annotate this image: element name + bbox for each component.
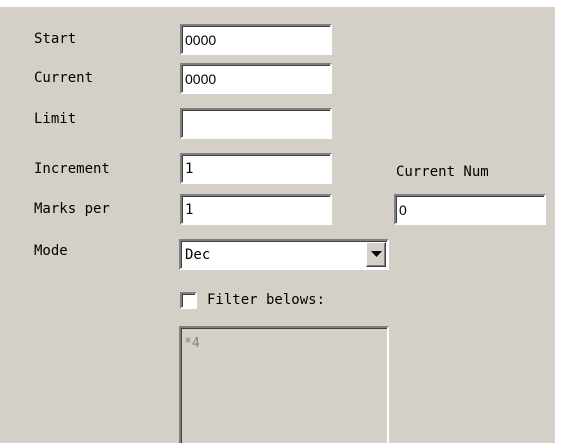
filter-textarea[interactable]: *4	[179, 326, 389, 443]
mode-dropdown-button[interactable]	[366, 242, 386, 267]
current-num-label: Current Num	[396, 164, 489, 180]
limit-label: Limit	[34, 111, 77, 127]
increment-label: Increment	[34, 161, 110, 177]
current-label: Current	[34, 70, 94, 86]
right-border	[555, 0, 565, 443]
limit-input[interactable]	[180, 108, 332, 139]
current-num-input[interactable]	[394, 194, 546, 225]
marks-per-input[interactable]	[180, 194, 332, 225]
filter-text: *4	[184, 336, 200, 351]
start-label: Start	[34, 31, 77, 47]
serial-settings-panel: Start Current Limit Increment Marks per …	[0, 0, 565, 443]
current-input[interactable]	[180, 63, 332, 94]
filter-checkbox[interactable]	[180, 292, 197, 309]
marks-per-label: Marks per	[34, 201, 110, 217]
filter-label[interactable]: Filter belows:	[207, 291, 325, 309]
increment-input[interactable]	[180, 153, 332, 184]
start-input[interactable]	[180, 24, 332, 55]
top-border	[0, 0, 565, 7]
mode-select[interactable]: Dec	[179, 239, 389, 270]
chevron-down-icon	[371, 251, 382, 257]
mode-label: Mode	[34, 243, 68, 259]
mode-select-value: Dec	[185, 247, 211, 263]
